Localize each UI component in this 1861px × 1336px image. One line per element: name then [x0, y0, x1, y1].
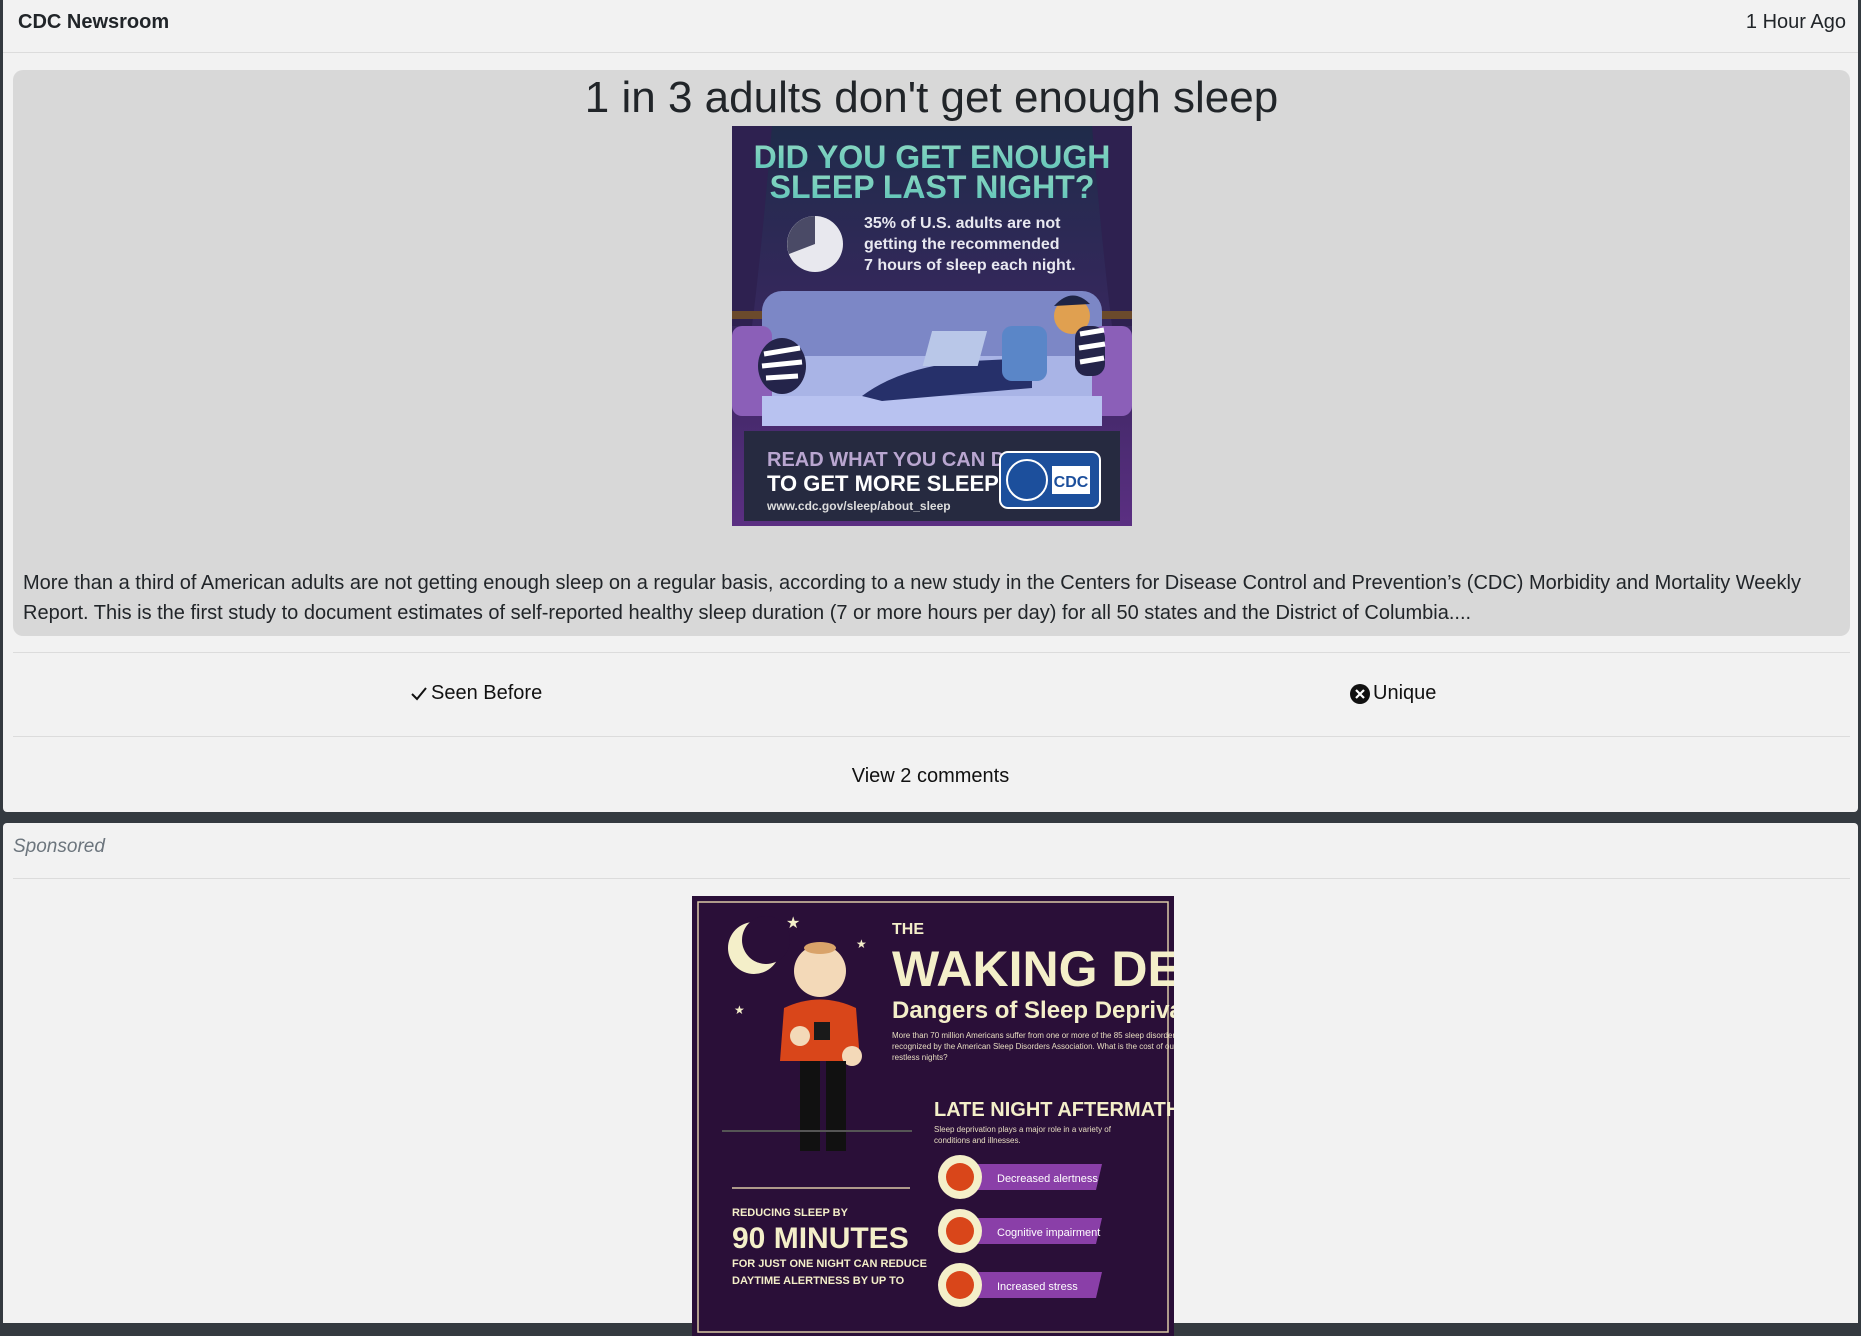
infographic-intro-3: restless nights?: [892, 1053, 948, 1062]
sponsored-card: Sponsored ★ ★ ★ THE WAKING DE Dangers of…: [3, 823, 1858, 1336]
post-content[interactable]: 1 in 3 adults don't get enough sleep DID…: [13, 70, 1850, 636]
aftermath-item-label: Decreased alertness: [997, 1173, 1098, 1185]
infographic-cta-2: TO GET MORE SLEEP: [767, 471, 999, 496]
post-header: CDC Newsroom 1 Hour Ago: [3, 0, 1858, 53]
infographic-stat-line-2: getting the recommended: [864, 236, 1060, 253]
aftermath-item-label: Increased stress: [997, 1281, 1078, 1293]
unique-button[interactable]: Unique: [1350, 682, 1436, 705]
post-title: 1 in 3 adults don't get enough sleep: [584, 73, 1279, 122]
lightbulb-icon: [946, 1163, 974, 1191]
infographic-stat-post-1: FOR JUST ONE NIGHT CAN REDUCE: [732, 1258, 927, 1270]
infographic-stat-pre: REDUCING SLEEP BY: [732, 1207, 849, 1219]
infographic-intro-2: recognized by the American Sleep Disorde…: [892, 1042, 1174, 1051]
gears-icon: [946, 1217, 974, 1245]
infographic-title: WAKING DEAD: [892, 941, 1174, 997]
cdc-logo: CDC: [999, 451, 1101, 509]
unique-label: Unique: [1373, 682, 1437, 704]
divider: [13, 652, 1850, 653]
post-excerpt: More than a third of American adults are…: [23, 572, 1801, 624]
post-card: CDC Newsroom 1 Hour Ago 1 in 3 adults do…: [3, 0, 1858, 812]
sponsored-image[interactable]: ★ ★ ★ THE WAKING DEAD Dangers of Sleep D…: [692, 896, 1174, 1336]
knot-icon: [946, 1271, 974, 1299]
cdc-logo-text: CDC: [1054, 474, 1089, 491]
checkmark-icon: [410, 685, 428, 703]
infographic-section-text-1: Sleep deprivation plays a major role in …: [934, 1125, 1112, 1134]
divider: [13, 736, 1850, 737]
infographic-subtitle: Dangers of Sleep Deprivation: [892, 997, 1174, 1024]
post-source[interactable]: CDC Newsroom: [18, 11, 169, 34]
aftermath-item-label: Cognitive impairment: [997, 1227, 1100, 1239]
infographic-stat-big: 90 MINUTES: [732, 1222, 909, 1255]
star-icon: ★: [786, 915, 800, 932]
close-circle-icon: [1350, 683, 1370, 704]
infographic-cta-1: READ WHAT YOU CAN DO: [767, 449, 1021, 471]
infographic-section-title: LATE NIGHT AFTERMATH: [934, 1099, 1174, 1121]
pie-chart-icon: [787, 216, 843, 272]
infographic-url: www.cdc.gov/sleep/about_sleep: [766, 499, 951, 513]
infographic-headline-2: SLEEP LAST NIGHT?: [770, 169, 1095, 205]
sponsored-label: Sponsored: [13, 836, 105, 857]
seen-before-button[interactable]: Seen Before: [410, 682, 542, 705]
star-icon: ★: [734, 1003, 745, 1017]
infographic-section-text-2: conditions and illnesses.: [934, 1136, 1021, 1145]
view-comments-link[interactable]: View 2 comments: [3, 765, 1858, 788]
seen-before-label: Seen Before: [431, 682, 543, 704]
infographic-stat-line-1: 35% of U.S. adults are not: [864, 215, 1061, 232]
star-icon: ★: [856, 937, 867, 951]
infographic-stat-post-2: DAYTIME ALERTNESS BY UP TO: [732, 1275, 905, 1287]
infographic-the: THE: [892, 921, 924, 938]
couch-illustration: [732, 291, 1132, 426]
infographic-intro-1: More than 70 million Americans suffer fr…: [892, 1031, 1174, 1040]
infographic-stat-line-3: 7 hours of sleep each night.: [864, 257, 1076, 274]
post-image: DID YOU GET ENOUGH SLEEP LAST NIGHT? 35%…: [732, 126, 1132, 526]
post-timestamp: 1 Hour Ago: [1745, 11, 1846, 33]
divider: [13, 878, 1850, 879]
